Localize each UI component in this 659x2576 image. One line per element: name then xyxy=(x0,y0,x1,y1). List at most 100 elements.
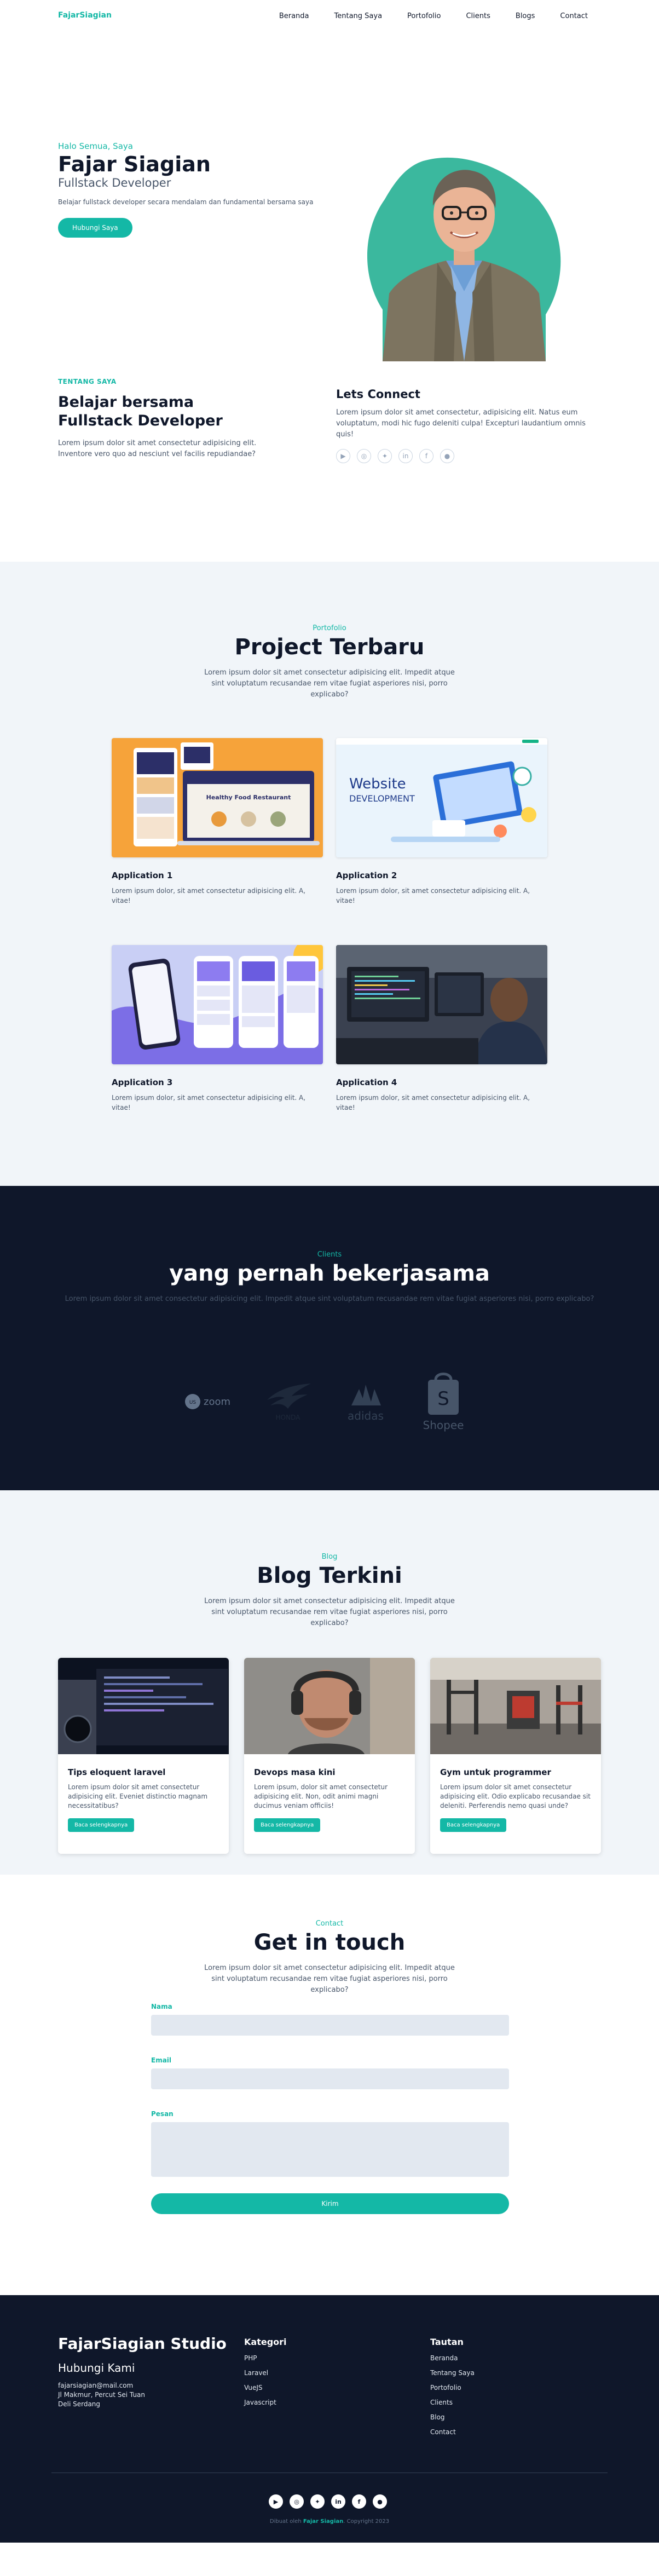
portfolio-section: Portofolio Project Terbaru Lorem ipsum d… xyxy=(0,562,659,1186)
contact-me-button[interactable]: Hubungi Saya xyxy=(58,218,132,238)
nav-blogs[interactable]: Blogs xyxy=(516,12,535,20)
footer-brand-sub: Hubungi Kami xyxy=(58,2361,135,2375)
hero-greeting: Halo Semua, Saya xyxy=(58,141,133,151)
honda-logo: HONDA xyxy=(267,1384,311,1421)
kategori-laravel[interactable]: Laravel xyxy=(244,2369,287,2377)
youtube-icon[interactable]: ▶ xyxy=(336,449,350,463)
portfolio-card-3[interactable]: Application 3 Lorem ipsum dolor, sit ame… xyxy=(112,938,328,1113)
tautan-contact[interactable]: Contact xyxy=(430,2428,475,2436)
facebook-icon[interactable]: f xyxy=(419,449,433,463)
copyright-suffix: . Copyright 2023 xyxy=(343,2519,390,2525)
footer-tautan: Tautan Beranda Tentang Saya Portofolio C… xyxy=(430,2337,475,2436)
nav-tentang-saya[interactable]: Tentang Saya xyxy=(334,12,383,20)
blog-header: Blog Blog Terkini Lorem ipsum dolor sit … xyxy=(0,1553,659,1629)
portfolio-desc-4: Lorem ipsum dolor, sit amet consectetur … xyxy=(336,1094,530,1111)
about-description: Lorem ipsum dolor sit amet consectetur a… xyxy=(58,439,257,458)
blog-title-1: Tips eloquent laravel xyxy=(68,1767,166,1777)
youtube-icon[interactable]: ▶ xyxy=(269,2494,283,2509)
connect-panel: Lets Connect Lorem ipsum dolor sit amet … xyxy=(336,388,610,463)
copyright-prefix: Dibuat oleh xyxy=(269,2519,302,2525)
facebook-icon[interactable]: f xyxy=(352,2494,366,2509)
portfolio-card-2[interactable]: Website DEVELOPMENT Application 2 Lorem … xyxy=(336,738,547,906)
portfolio-name-1: Application 1 xyxy=(112,871,173,880)
read-more-button-2[interactable]: Baca selengkapnya xyxy=(254,1818,321,1832)
blog-desc-1: Lorem ipsum dolor sit amet consectetur a… xyxy=(68,1783,208,1809)
linkedin-icon[interactable]: in xyxy=(331,2494,345,2509)
kategori-vuejs[interactable]: VueJS xyxy=(244,2384,287,2391)
instagram-icon[interactable]: ◎ xyxy=(357,449,371,463)
kategori-php[interactable]: PHP xyxy=(244,2354,287,2362)
tautan-tentang-saya[interactable]: Tentang Saya xyxy=(430,2369,475,2377)
message-field[interactable] xyxy=(151,2122,509,2177)
honda-logo-text: HONDA xyxy=(276,1414,300,1421)
read-more-button-1[interactable]: Baca selengkapnya xyxy=(68,1818,135,1832)
email-field[interactable] xyxy=(151,2068,509,2089)
blog-section: Blog Blog Terkini Lorem ipsum dolor sit … xyxy=(0,1490,659,1875)
contact-description: Lorem ipsum dolor sit amet consectetur a… xyxy=(204,1964,455,1994)
tautan-beranda[interactable]: Beranda xyxy=(430,2354,475,2362)
zoom-logo-badge: US xyxy=(189,1400,196,1405)
tautan-clients[interactable]: Clients xyxy=(430,2399,475,2406)
name-field[interactable] xyxy=(151,2015,509,2036)
message-label: Pesan xyxy=(151,2110,174,2118)
portfolio-title: Project Terbaru xyxy=(234,635,425,660)
blog-card-1[interactable]: Tips eloquent laravel Lorem ipsum dolor … xyxy=(58,1658,229,1854)
portfolio-card-4[interactable]: Application 4 Lorem ipsum dolor, sit ame… xyxy=(336,945,547,1113)
nav-contact[interactable]: Contact xyxy=(560,12,588,20)
nav-beranda[interactable]: Beranda xyxy=(279,12,309,20)
blog-image-2 xyxy=(244,1658,415,1754)
tautan-portofolio[interactable]: Portofolio xyxy=(430,2384,475,2391)
hero-section: Halo Semua, Saya Fajar Siagian Fullstack… xyxy=(0,34,659,361)
portfolio-description: Lorem ipsum dolor sit amet consectetur a… xyxy=(204,669,455,699)
blog-title: Blog Terkini xyxy=(257,1563,402,1588)
submit-button[interactable]: Kirim xyxy=(151,2193,509,2214)
portfolio-card-1[interactable]: Healthy Food Restaurant Application 1 Lo… xyxy=(112,738,323,906)
twitter-icon[interactable]: ✦ xyxy=(378,449,392,463)
linkedin-icon[interactable]: in xyxy=(398,449,413,463)
blog-body-2: Devops masa kini Lorem ipsum, dolor sit … xyxy=(244,1756,415,1843)
logo[interactable]: FajarSiagian xyxy=(58,11,112,20)
email-label: Email xyxy=(151,2056,172,2064)
contact-header: Contact Get in touch Lorem ipsum dolor s… xyxy=(0,1920,659,1996)
shopee-logo-mark: S xyxy=(437,1388,449,1410)
footer-address-line2: Deli Serdang xyxy=(58,2400,101,2408)
clients-description: Lorem ipsum dolor sit amet consectetur a… xyxy=(65,1295,594,1303)
tautan-title: Tautan xyxy=(430,2337,464,2347)
blog-title-3: Gym untuk programmer xyxy=(440,1767,551,1777)
connect-description: Lorem ipsum dolor sit amet consectetur, … xyxy=(336,408,586,439)
portfolio-name-2: Application 2 xyxy=(336,871,397,880)
portfolio-image-4 xyxy=(336,945,547,1064)
footer-brand-title: FajarSiagian Studio xyxy=(58,2335,227,2353)
read-more-button-3[interactable]: Baca selengkapnya xyxy=(440,1818,507,1832)
instagram-icon[interactable]: ◎ xyxy=(290,2494,304,2509)
twitter-icon[interactable]: ✦ xyxy=(310,2494,325,2509)
about-title-line2: Fullstack Developer xyxy=(58,412,223,429)
blog-image-3 xyxy=(430,1658,601,1754)
portfolio-header: Portofolio Project Terbaru Lorem ipsum d… xyxy=(0,624,659,700)
footer-brand: FajarSiagian Studio Hubungi Kami fajarsi… xyxy=(58,2335,227,2409)
blog-image-1 xyxy=(58,1658,229,1754)
blog-card-2[interactable]: Devops masa kini Lorem ipsum, dolor sit … xyxy=(244,1658,415,1854)
copyright-name[interactable]: Fajar Siagian xyxy=(303,2519,343,2525)
github-icon[interactable]: ● xyxy=(373,2494,387,2509)
blog-card-3[interactable]: Gym untuk programmer Lorem ipsum dolor s… xyxy=(430,1658,601,1854)
portfolio-image-2: Website DEVELOPMENT xyxy=(336,738,547,857)
nav-clients[interactable]: Clients xyxy=(466,12,490,20)
portfolio-image-1: Healthy Food Restaurant xyxy=(112,738,323,857)
social-links: ▶ ◎ ✦ in f ● xyxy=(336,449,610,463)
kategori-javascript[interactable]: Javascript xyxy=(244,2399,287,2406)
portfolio-name-3: Application 3 xyxy=(112,1077,173,1087)
about-left: TENTANG SAYA Belajar bersama Fullstack D… xyxy=(58,378,288,460)
footer-address-line1: Jl Makmur, Percut Sei Tuan xyxy=(58,2391,146,2399)
zoom-logo-text: zoom xyxy=(204,1396,230,1408)
app1-image-text: Healthy Food Restaurant xyxy=(206,794,291,801)
app2-image-text-1: Website xyxy=(349,776,406,792)
github-icon[interactable]: ● xyxy=(440,449,454,463)
blog-desc-2: Lorem ipsum, dolor sit amet consectetur … xyxy=(254,1783,388,1809)
portfolio-name-4: Application 4 xyxy=(336,1077,397,1087)
clients-section: Clients yang pernah bekerjasama Lorem ip… xyxy=(0,1186,659,1490)
adidas-logo: adidas xyxy=(348,1385,384,1422)
nav-portofolio[interactable]: Portofolio xyxy=(407,12,441,20)
tautan-blog[interactable]: Blog xyxy=(430,2413,475,2421)
blog-title-2: Devops masa kini xyxy=(254,1767,336,1777)
